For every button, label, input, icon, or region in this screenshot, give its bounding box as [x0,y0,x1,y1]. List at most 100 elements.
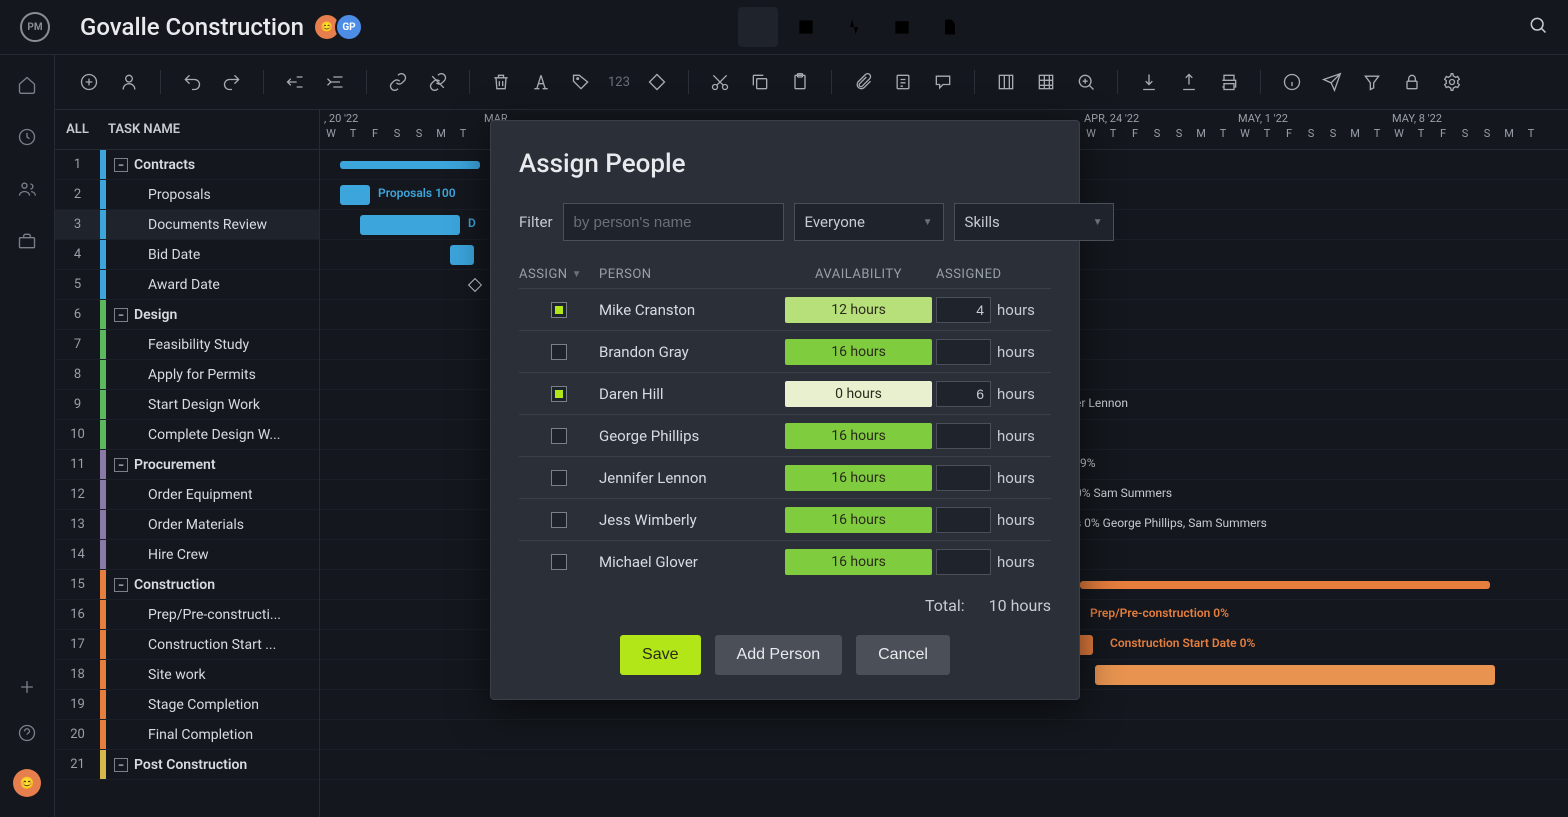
undo-icon[interactable] [179,69,205,95]
assigned-hours-input[interactable] [936,381,991,407]
copy-icon[interactable] [747,69,773,95]
assigned-hours-input[interactable] [936,423,991,449]
task-row[interactable]: 2Proposals [55,180,319,210]
column-assign[interactable]: ASSIGN▼ [519,267,599,282]
task-row[interactable]: 6−Design [55,300,319,330]
settings-icon[interactable] [1439,69,1465,95]
indent-icon[interactable] [322,69,348,95]
lock-icon[interactable] [1399,69,1425,95]
clock-icon[interactable] [17,127,37,151]
assign-checkbox[interactable] [551,344,567,360]
gantt-bar[interactable] [1095,665,1495,685]
note-icon[interactable] [890,69,916,95]
help-icon[interactable] [17,723,37,747]
filter-everyone-select[interactable]: Everyone▼ [794,203,944,241]
column-task-name[interactable]: TASK NAME [100,122,319,137]
redo-icon[interactable] [219,69,245,95]
task-row[interactable]: 10Complete Design W... [55,420,319,450]
cancel-button[interactable]: Cancel [856,635,950,675]
search-icon[interactable] [1528,15,1548,39]
activity-view-icon[interactable] [834,7,874,47]
text-icon[interactable] [528,69,554,95]
task-row[interactable]: 13Order Materials [55,510,319,540]
assigned-hours-input[interactable] [936,465,991,491]
column-assigned[interactable]: ASSIGNED [936,267,1051,282]
columns-icon[interactable] [993,69,1019,95]
assign-checkbox[interactable] [551,554,567,570]
expand-icon[interactable]: − [114,158,128,172]
task-row[interactable]: 7Feasibility Study [55,330,319,360]
export-icon[interactable] [1176,69,1202,95]
print-icon[interactable] [1216,69,1242,95]
link-icon[interactable] [385,69,411,95]
task-row[interactable]: 14Hire Crew [55,540,319,570]
task-row[interactable]: 15−Construction [55,570,319,600]
board-view-icon[interactable] [690,7,730,47]
person-icon[interactable] [116,69,142,95]
assigned-hours-input[interactable] [936,297,991,323]
briefcase-icon[interactable] [17,231,37,255]
tag-icon[interactable] [568,69,594,95]
paste-icon[interactable] [787,69,813,95]
task-row[interactable]: 16Prep/Pre-constructi... [55,600,319,630]
expand-icon[interactable]: − [114,758,128,772]
assigned-hours-input[interactable] [936,549,991,575]
milestone-icon[interactable] [468,278,482,292]
trash-icon[interactable] [488,69,514,95]
add-icon[interactable] [17,677,37,701]
filter-name-input[interactable] [563,203,784,241]
gantt-bar[interactable] [360,215,460,235]
user-avatar[interactable]: 😊 [13,769,41,797]
diamond-icon[interactable] [644,69,670,95]
column-person[interactable]: PERSON [599,267,781,282]
expand-icon[interactable]: − [114,458,128,472]
expand-icon[interactable]: − [114,578,128,592]
filter-skills-select[interactable]: Skills▼ [954,203,1114,241]
calendar-view-icon[interactable] [882,7,922,47]
avatar[interactable]: GP [335,13,363,41]
assign-checkbox[interactable] [551,512,567,528]
column-all[interactable]: ALL [55,122,100,137]
task-row[interactable]: 5Award Date [55,270,319,300]
gantt-bar[interactable] [1080,581,1490,589]
avatar-stack[interactable]: 😊 GP [319,13,363,41]
cut-icon[interactable] [707,69,733,95]
people-icon[interactable] [17,179,37,203]
assign-checkbox[interactable] [551,428,567,444]
import-icon[interactable] [1136,69,1162,95]
filter-icon[interactable] [1359,69,1385,95]
file-view-icon[interactable] [930,7,970,47]
home-icon[interactable] [17,75,37,99]
assign-checkbox[interactable] [551,302,567,318]
zoom-icon[interactable] [1073,69,1099,95]
task-row[interactable]: 18Site work [55,660,319,690]
task-row[interactable]: 20Final Completion [55,720,319,750]
info-icon[interactable] [1279,69,1305,95]
assigned-hours-input[interactable] [936,507,991,533]
add-person-button[interactable]: Add Person [715,635,843,675]
save-button[interactable]: Save [620,635,700,675]
task-row[interactable]: 9Start Design Work [55,390,319,420]
grid-icon[interactable] [1033,69,1059,95]
sheet-view-icon[interactable] [786,7,826,47]
task-row[interactable]: 11−Procurement [55,450,319,480]
task-row[interactable]: 3Documents Review [55,210,319,240]
outdent-icon[interactable] [282,69,308,95]
column-availability[interactable]: AVAILABILITY [781,267,936,282]
task-row[interactable]: 21−Post Construction [55,750,319,780]
task-row[interactable]: 17Construction Start ... [55,630,319,660]
app-logo[interactable]: PM [20,12,50,42]
unlink-icon[interactable] [425,69,451,95]
task-row[interactable]: 12Order Equipment [55,480,319,510]
assign-checkbox[interactable] [551,386,567,402]
assign-checkbox[interactable] [551,470,567,486]
task-row[interactable]: 4Bid Date [55,240,319,270]
list-view-icon[interactable] [642,7,682,47]
assigned-hours-input[interactable] [936,339,991,365]
gantt-bar[interactable] [340,161,480,169]
task-row[interactable]: 19Stage Completion [55,690,319,720]
gantt-view-icon[interactable] [738,7,778,47]
send-icon[interactable] [1319,69,1345,95]
expand-icon[interactable]: − [114,308,128,322]
comment-icon[interactable] [930,69,956,95]
